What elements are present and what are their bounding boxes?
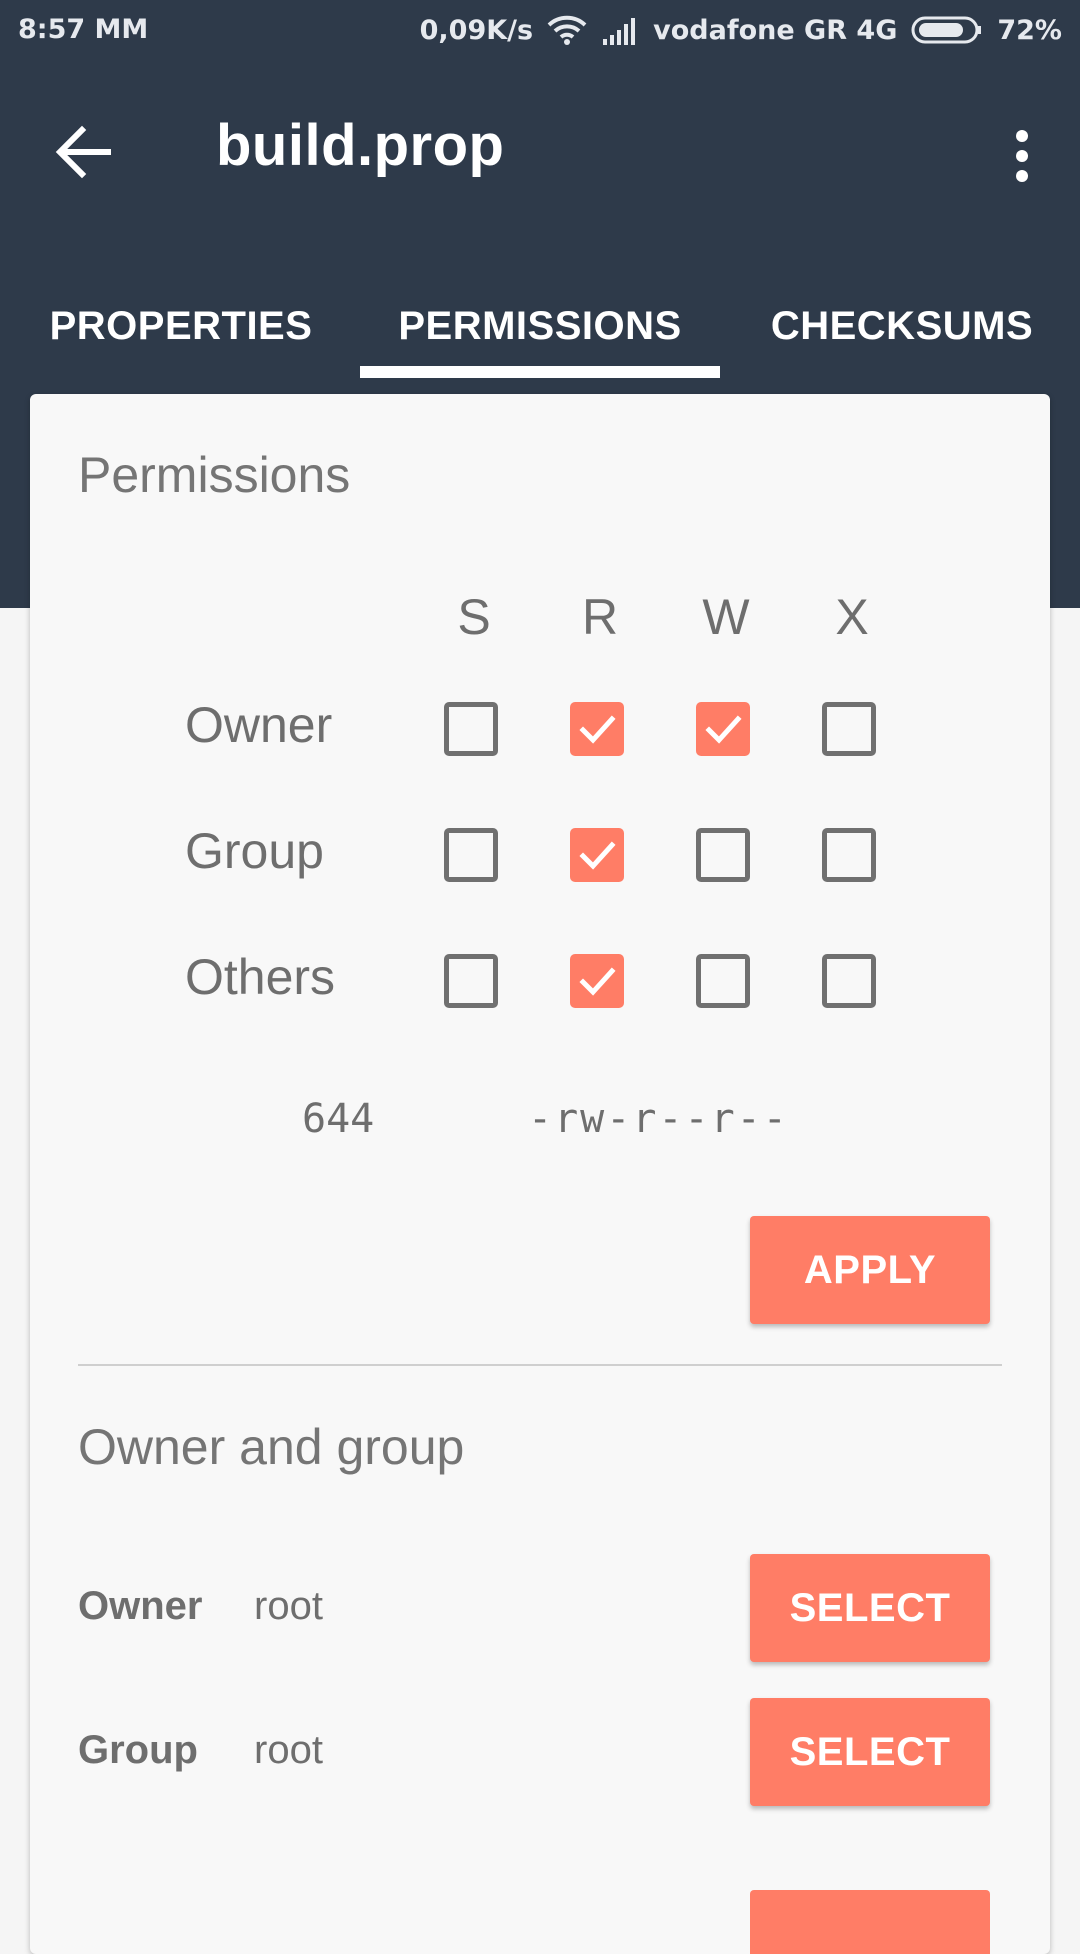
status-bar: 8:57 MM 0,09K/s vodafone GR 4G 72%	[0, 0, 1080, 62]
back-button[interactable]	[42, 110, 126, 194]
owner-label: Owner	[78, 1584, 203, 1628]
checkbox-others-r[interactable]	[570, 954, 624, 1008]
apply-button[interactable]: APPLY	[750, 1216, 990, 1324]
arrow-left-icon	[55, 125, 111, 179]
column-header-s: S	[457, 589, 491, 645]
group-label: Group	[78, 1728, 198, 1772]
app-bar: build.prop PROPERTIES PERMISSIONS CHECKS…	[0, 62, 1080, 378]
column-header-r: R	[581, 589, 619, 645]
checkbox-group-w[interactable]	[696, 828, 750, 882]
checkbox-others-x[interactable]	[822, 954, 876, 1008]
checkmark-icon	[579, 841, 616, 870]
active-tab-indicator	[360, 366, 720, 378]
select-owner-button[interactable]: SELECT	[750, 1554, 990, 1662]
group-value: root	[254, 1728, 323, 1772]
checkmark-icon	[579, 967, 616, 996]
row-label-group: Group	[185, 823, 324, 879]
checkbox-owner-w[interactable]	[696, 702, 750, 756]
battery-icon	[911, 15, 983, 45]
permissions-title: Permissions	[78, 447, 351, 503]
checkbox-owner-s[interactable]	[444, 702, 498, 756]
column-header-x: X	[835, 589, 869, 645]
permissions-card: Permissions S R W X Owner Group Others 6…	[30, 394, 1050, 1954]
row-label-owner: Owner	[185, 697, 333, 753]
wifi-icon	[547, 15, 587, 45]
checkbox-group-x[interactable]	[822, 828, 876, 882]
section-divider	[78, 1364, 1002, 1366]
checkbox-group-s[interactable]	[444, 828, 498, 882]
checkbox-group-r[interactable]	[570, 828, 624, 882]
battery-percent: 72%	[997, 14, 1062, 46]
carrier-name: vodafone GR 4G	[653, 14, 898, 46]
status-indicators: 0,09K/s vodafone GR 4G 72%	[420, 10, 1062, 50]
checkbox-others-s[interactable]	[444, 954, 498, 1008]
checkbox-owner-r[interactable]	[570, 702, 624, 756]
select-group-button[interactable]: SELECT	[750, 1698, 990, 1806]
owner-value: root	[254, 1584, 323, 1628]
row-label-others: Others	[185, 949, 336, 1005]
more-options-button[interactable]	[986, 114, 1058, 198]
more-vert-icon	[1016, 130, 1028, 182]
octal-permission: 644	[302, 1096, 375, 1142]
checkbox-owner-x[interactable]	[822, 702, 876, 756]
checkmark-icon	[579, 715, 616, 744]
checkbox-others-w[interactable]	[696, 954, 750, 1008]
network-speed: 0,09K/s	[419, 14, 534, 46]
owner-group-title: Owner and group	[78, 1419, 465, 1475]
signal-icon	[601, 15, 639, 45]
tab-checksums[interactable]: CHECKSUMS	[752, 294, 1052, 378]
column-header-w: W	[702, 589, 750, 645]
status-time: 8:57 MM	[18, 14, 149, 45]
page-title: build.prop	[216, 113, 505, 178]
tab-properties[interactable]: PROPERTIES	[38, 294, 324, 378]
checkmark-icon	[705, 715, 742, 744]
symbolic-permission: -rw-r--r--	[528, 1096, 789, 1142]
partial-button[interactable]	[750, 1890, 990, 1954]
